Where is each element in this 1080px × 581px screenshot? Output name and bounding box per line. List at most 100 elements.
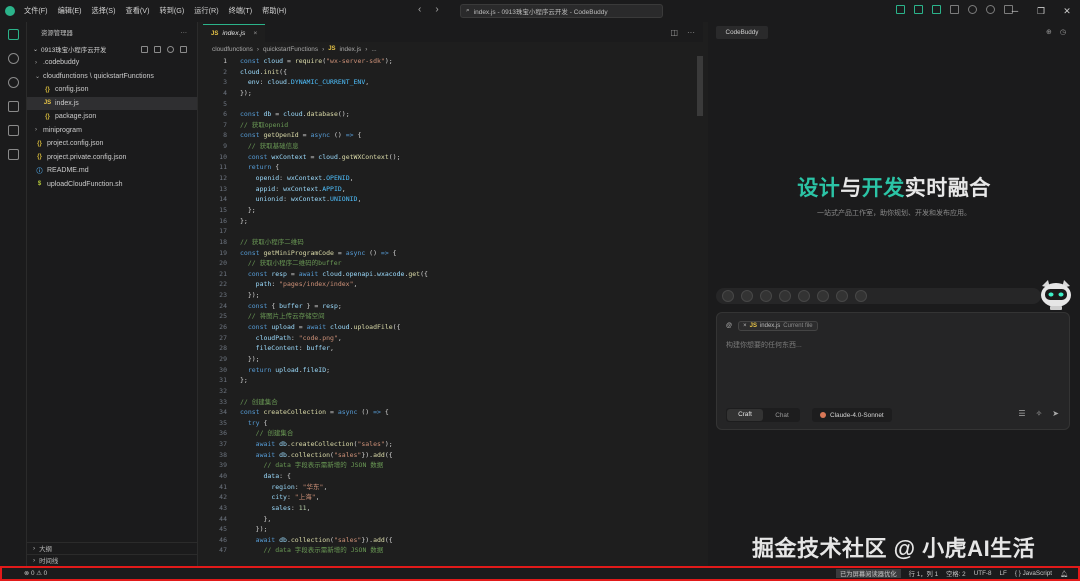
cursor-position[interactable]: 行 1，列 1 — [909, 569, 938, 578]
sparkle-icon[interactable]: ✧ — [1036, 409, 1043, 418]
mode-craft[interactable]: Craft — [727, 409, 763, 421]
tree-item[interactable]: {} project.config.json — [27, 137, 197, 151]
tree-item[interactable]: ⓘ README.md — [27, 164, 197, 178]
remove-context-icon[interactable]: × — [743, 323, 747, 329]
menu-item[interactable]: 终端(T) — [229, 6, 253, 16]
outline-section[interactable]: › 大纲 — [27, 542, 198, 554]
tool-button[interactable] — [817, 290, 829, 302]
tool-button[interactable] — [760, 290, 772, 302]
toggle-sidebar-icon[interactable] — [896, 5, 905, 14]
run-debug-icon[interactable] — [7, 101, 19, 112]
tool-button[interactable] — [798, 290, 810, 302]
line-number: 32 — [219, 386, 227, 395]
code-token: }; — [240, 376, 248, 385]
project-root[interactable]: ⌄ 0913珠宝小程序云开发 — [27, 42, 197, 56]
refresh-icon[interactable] — [167, 45, 174, 53]
screen-reader-mode[interactable]: 已为屏幕阅读器优化 — [836, 569, 901, 578]
code-token: UNIONID — [330, 195, 358, 204]
extensions-icon[interactable] — [7, 149, 19, 160]
code-line: 23 }); — [203, 290, 703, 301]
explorer-icon[interactable] — [7, 29, 19, 40]
indentation[interactable]: 空格: 2 — [946, 569, 966, 578]
remote-icon[interactable] — [7, 125, 19, 136]
mention-icon[interactable]: @ — [726, 323, 732, 329]
command-center-search[interactable]: ⌕ index.js - 0913珠宝小程序云开发 - CodeBuddy — [460, 4, 663, 18]
menu-item[interactable]: 文件(F) — [24, 6, 48, 16]
tree-item-label: uploadCloudFunction.sh — [47, 180, 123, 188]
tool-button[interactable] — [855, 290, 867, 302]
code-token: (); — [388, 152, 401, 161]
back-arrow-icon[interactable]: ‹ — [418, 4, 421, 15]
js-file-icon: JS — [328, 46, 336, 52]
editor-actions: ◫ ··· — [670, 28, 695, 37]
menu-item[interactable]: 选择(S) — [92, 6, 116, 16]
notifications-bell-icon[interactable]: 🔔︎ — [1060, 570, 1068, 578]
breadcrumb-item[interactable]: quickstartFunctions — [263, 46, 318, 53]
timeline-section[interactable]: › 时间线 — [27, 554, 198, 566]
collapse-all-icon[interactable] — [180, 45, 187, 53]
menu-item[interactable]: 编辑(E) — [58, 6, 82, 16]
code-line: 40 data: { — [203, 471, 703, 482]
encoding[interactable]: UTF-8 — [974, 570, 992, 577]
tool-button[interactable] — [722, 290, 734, 302]
new-chat-icon[interactable]: ⊕ — [1046, 28, 1052, 36]
tree-item[interactable]: › .codebuddy — [27, 56, 197, 70]
tree-item[interactable]: {} config.json — [27, 83, 197, 97]
breadcrumb-item[interactable]: ... — [371, 46, 376, 53]
code-line: 46 await db. collection("sales"}). add({ — [203, 535, 703, 546]
mode-chat[interactable]: Chat — [764, 412, 800, 419]
context-chip[interactable]: × JS index.js Current file — [738, 321, 818, 331]
tool-button[interactable] — [779, 290, 791, 302]
menu-item[interactable]: 转到(G) — [159, 6, 184, 16]
account-icon[interactable] — [986, 5, 995, 14]
more-actions-icon[interactable]: ··· — [687, 28, 695, 37]
layout-icon[interactable] — [950, 5, 959, 14]
toggle-panel-icon[interactable] — [914, 5, 923, 14]
code-editor[interactable]: 1 const cloud = require("wx-server-sdk");… — [203, 56, 703, 556]
breadcrumb-item[interactable]: index.js — [340, 46, 362, 53]
panel-tab-codebuddy[interactable]: CodeBuddy — [716, 26, 768, 39]
restore-icon[interactable]: ❐ — [1028, 6, 1054, 17]
split-editor-icon[interactable]: ◫ — [670, 28, 678, 37]
tree-item[interactable]: {} project.private.config.json — [27, 151, 197, 165]
menu-item[interactable]: 查看(V) — [126, 6, 150, 16]
new-file-icon[interactable] — [141, 45, 148, 53]
end-of-line[interactable]: LF — [1000, 570, 1007, 577]
minimize-icon[interactable]: ─ — [1002, 6, 1028, 16]
menu-item[interactable]: 运行(R) — [194, 6, 218, 16]
model-selector[interactable]: Claude-4.0-Sonnet — [812, 408, 892, 422]
more-actions-icon[interactable]: ··· — [181, 29, 187, 36]
tree-item[interactable]: › miniprogram — [27, 124, 197, 138]
menu-item[interactable]: 帮助(H) — [262, 6, 286, 16]
history-icon[interactable]: ◷ — [1060, 28, 1066, 36]
send-icon[interactable]: ➤ — [1052, 409, 1059, 418]
code-token: await — [306, 323, 331, 332]
breadcrumb-item[interactable]: cloudfunctions — [212, 46, 253, 53]
tree-item[interactable]: {} package.json — [27, 110, 197, 124]
new-folder-icon[interactable] — [154, 45, 161, 53]
code-token: await — [255, 440, 280, 449]
problems-indicator[interactable]: ⊗ 0 ⚠ 0 — [24, 570, 47, 577]
chevron-down-icon: ⌄ — [35, 73, 41, 80]
language-mode[interactable]: { } JavaScript — [1015, 570, 1052, 577]
explorer-sidebar: 资源管理器 ··· ⌄ 0913珠宝小程序云开发 › .codebuddy ⌄ clo… — [27, 22, 198, 566]
codebuddy-panel: CodeBuddy ⊕ ◷ 设计与开发实时融合 一站式产品工作室，助你规划、开发… — [708, 22, 1080, 566]
forward-arrow-icon[interactable]: › — [435, 4, 438, 15]
tab-index-js[interactable]: JS index.js × — [203, 24, 266, 42]
tool-button[interactable] — [741, 290, 753, 302]
settings-gear-icon[interactable] — [968, 5, 977, 14]
close-tab-icon[interactable]: × — [253, 30, 257, 37]
chevron-down-icon: ⌄ — [33, 46, 39, 53]
tree-item[interactable]: JS index.js — [27, 96, 197, 110]
tool-button[interactable] — [836, 290, 848, 302]
tree-item[interactable]: $ uploadCloudFunction.sh — [27, 178, 197, 192]
chat-input[interactable]: 构建你想要的任何东西... — [726, 340, 802, 350]
source-control-icon[interactable] — [7, 77, 19, 88]
editor-scrollbar[interactable] — [697, 56, 703, 116]
search-icon[interactable] — [7, 53, 19, 64]
toggle-secondary-sidebar-icon[interactable] — [932, 5, 941, 14]
tree-item[interactable]: ⌄ cloudfunctions \ quickstartFunctions — [27, 70, 197, 84]
close-icon[interactable]: ✕ — [1054, 6, 1080, 17]
settings-sliders-icon[interactable]: ☰ — [1018, 409, 1025, 418]
